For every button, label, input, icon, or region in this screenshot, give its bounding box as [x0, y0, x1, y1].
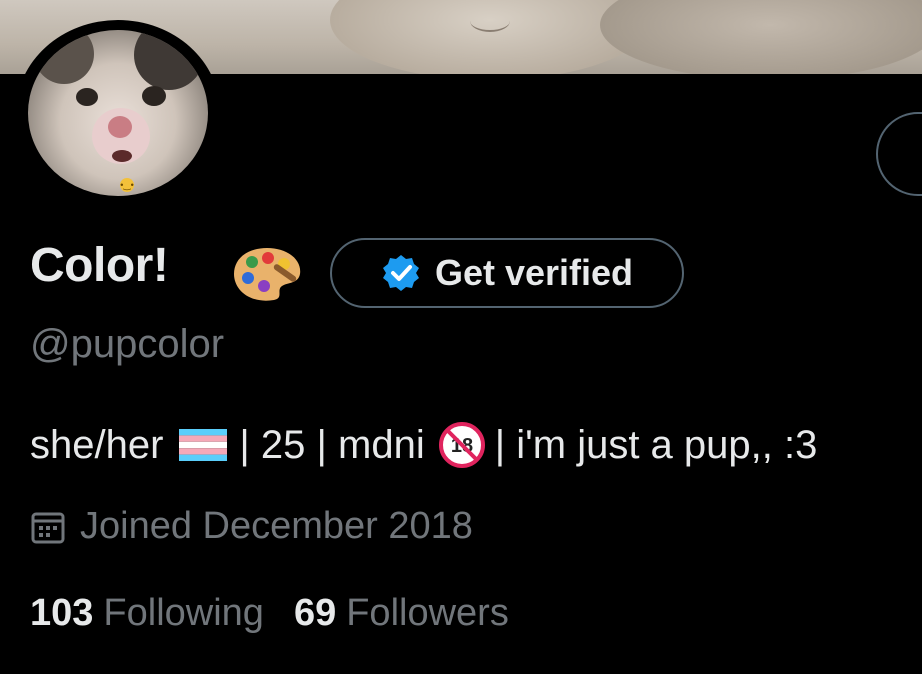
following-link[interactable]: 103 Following — [30, 592, 264, 635]
avatar-emoji: •‿• — [120, 178, 134, 192]
avatar-eye — [142, 86, 166, 106]
calendar-icon — [31, 512, 65, 543]
get-verified-button[interactable]: Get verified — [330, 238, 684, 308]
banner-detail — [470, 10, 510, 32]
avatar-nose — [108, 116, 132, 138]
joined-date: Joined December 2018 — [30, 505, 473, 548]
transgender-flag-icon — [179, 429, 228, 461]
avatar-mouth — [112, 150, 132, 162]
profile-stats: 103 Following 69 Followers — [30, 592, 509, 635]
bio-tail: | i'm just a pup,, :3 — [494, 422, 818, 467]
following-label: Following — [103, 592, 264, 634]
following-count: 103 — [30, 592, 94, 634]
avatar-ear — [134, 30, 204, 90]
username-handle: @pupcolor — [30, 322, 225, 366]
followers-label: Followers — [346, 592, 509, 634]
no-under-eighteen-icon: 18 — [438, 422, 485, 468]
avatar[interactable]: •‿• — [28, 30, 208, 196]
followers-link[interactable]: 69 Followers — [294, 592, 509, 635]
banner-fur — [600, 0, 922, 74]
profile-page: •‿• Color! Get verified @pupcolor she/he… — [0, 0, 922, 674]
followers-count: 69 — [293, 592, 337, 634]
bio-age: | 25 | mdni — [239, 422, 425, 467]
profile-bio: she/her | 25 | mdni 18 | i'm just a pup,… — [30, 422, 817, 468]
joined-label: Joined December 2018 — [80, 505, 473, 547]
edit-profile-button[interactable] — [876, 112, 922, 196]
get-verified-label: Get verified — [434, 252, 634, 293]
avatar-ear — [34, 30, 94, 84]
display-name: Color! — [30, 239, 169, 292]
verified-badge-icon — [382, 255, 419, 291]
bio-pronouns: she/her — [30, 422, 164, 467]
artist-palette-icon — [234, 248, 301, 301]
avatar-eye — [76, 88, 98, 106]
